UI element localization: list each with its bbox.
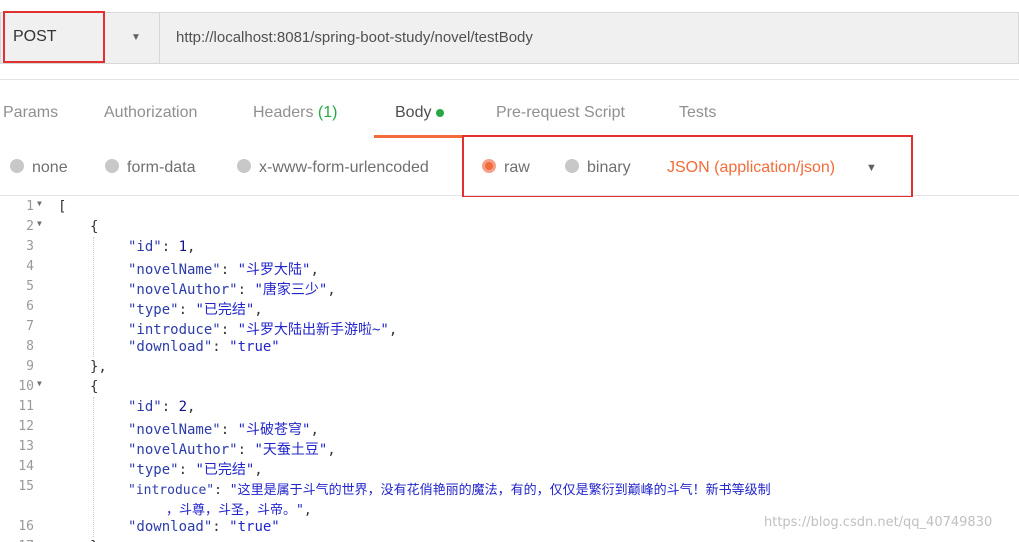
- url-input[interactable]: http://localhost:8081/spring-boot-study/…: [160, 12, 1019, 64]
- value-introduce: "这里是属于斗气的世界，没有花俏艳丽的魔法，有的，仅仅是繁衍到巅峰的斗气！新书等…: [229, 483, 771, 498]
- value-introduce: "斗罗大陆出新手游啦~": [237, 322, 389, 338]
- fold-arrow-icon[interactable]: ▼: [37, 219, 42, 228]
- method-highlight-box: [3, 11, 105, 63]
- code-line: 12 "novelName": "斗破苍穹",: [0, 419, 1019, 439]
- code-line: 6 "type": "已完结",: [0, 299, 1019, 319]
- line-number: 2: [26, 219, 34, 234]
- chevron-down-icon[interactable]: ▼: [131, 32, 141, 43]
- tab-body-label: Body: [395, 104, 432, 121]
- code-line: 14 "type": "已完结",: [0, 459, 1019, 479]
- tab-params[interactable]: Params: [3, 104, 58, 122]
- value-type: "已完结": [195, 302, 255, 318]
- watermark: https://blog.csdn.net/qq_40749830: [764, 515, 993, 530]
- code-line: 3 "id": 1,: [0, 239, 1019, 259]
- option-form-data-label: form-data: [127, 159, 196, 176]
- body-indicator-dot-icon: [436, 108, 445, 117]
- value-novel-author: "天蚕土豆": [254, 442, 328, 458]
- tab-pre-request-script[interactable]: Pre-request Script: [496, 104, 625, 122]
- tab-authorization[interactable]: Authorization: [104, 104, 197, 122]
- code-line: 9},: [0, 359, 1019, 379]
- url-text: http://localhost:8081/spring-boot-study/…: [176, 29, 533, 46]
- code-line: 5 "novelAuthor": "唐家三少",: [0, 279, 1019, 299]
- value-download: "true": [229, 519, 280, 535]
- code-line: 11 "id": 2,: [0, 399, 1019, 419]
- option-urlencoded[interactable]: x-www-form-urlencoded: [237, 159, 429, 177]
- value-novel-name: "斗罗大陆": [237, 262, 311, 278]
- tab-body[interactable]: Body: [395, 104, 445, 122]
- line-number: 8: [26, 339, 34, 354]
- value-novel-author: "唐家三少": [254, 282, 328, 298]
- line-number: 10: [18, 379, 34, 394]
- value-id: 1: [178, 239, 188, 255]
- radio-icon[interactable]: [237, 159, 251, 173]
- option-none[interactable]: none: [10, 159, 68, 177]
- code-editor[interactable]: 1 ▼[ 2 ▼{ 3 "id": 1, 4 "novelName": "斗罗大陆", …: [0, 197, 1019, 542]
- line-number: 15: [18, 479, 34, 494]
- line-number: 1: [26, 199, 34, 214]
- active-tab-underline: [374, 135, 462, 138]
- value-introduce-continued: ，斗尊，斗圣，斗帝。": [166, 503, 304, 518]
- code-line: 4 "novelName": "斗罗大陆",: [0, 259, 1019, 279]
- tab-headers-label: Headers: [253, 104, 318, 121]
- headers-count: (1): [317, 104, 338, 121]
- code-line: 15 "introduce": "这里是属于斗气的世界，没有花俏艳丽的魔法，有的，…: [0, 479, 1019, 499]
- tab-tests[interactable]: Tests: [679, 104, 716, 122]
- option-none-label: none: [32, 159, 68, 176]
- code-line: 13 "novelAuthor": "天蚕土豆",: [0, 439, 1019, 459]
- code-line: 10 ▼{: [0, 379, 1019, 399]
- code-line: 8 "download": "true": [0, 339, 1019, 359]
- line-number: 6: [26, 299, 34, 314]
- line-number: 5: [26, 279, 34, 294]
- tab-headers[interactable]: Headers (1): [253, 104, 337, 122]
- radio-icon[interactable]: [10, 159, 24, 173]
- line-number: 11: [18, 399, 34, 414]
- value-id: 2: [178, 399, 188, 415]
- value-download: "true": [229, 339, 280, 355]
- line-number: 3: [26, 239, 34, 254]
- code-line: 2 ▼{: [0, 219, 1019, 239]
- code-line: 7 "introduce": "斗罗大陆出新手游啦~",: [0, 319, 1019, 339]
- option-form-data[interactable]: form-data: [105, 159, 195, 177]
- radio-icon[interactable]: [105, 159, 119, 173]
- line-number: 7: [26, 319, 34, 334]
- line-number: 16: [18, 519, 34, 534]
- value-type: "已完结": [195, 462, 255, 478]
- line-number: 14: [18, 459, 34, 474]
- line-number: 13: [18, 439, 34, 454]
- request-tabs: Params Authorization Headers (1) Body Pr…: [0, 80, 1019, 140]
- line-number: 12: [18, 419, 34, 434]
- request-bar: POST ▼ http://localhost:8081/spring-boot…: [0, 0, 1019, 80]
- fold-arrow-icon[interactable]: ▼: [37, 199, 42, 208]
- line-number: 9: [26, 359, 34, 374]
- value-novel-name: "斗破苍穹": [237, 422, 311, 438]
- raw-json-highlight-box: [462, 135, 913, 198]
- fold-arrow-icon[interactable]: ▼: [37, 379, 42, 388]
- line-number: 4: [26, 259, 34, 274]
- option-urlencoded-label: x-www-form-urlencoded: [259, 159, 429, 176]
- code-line: 1 ▼[: [0, 199, 1019, 219]
